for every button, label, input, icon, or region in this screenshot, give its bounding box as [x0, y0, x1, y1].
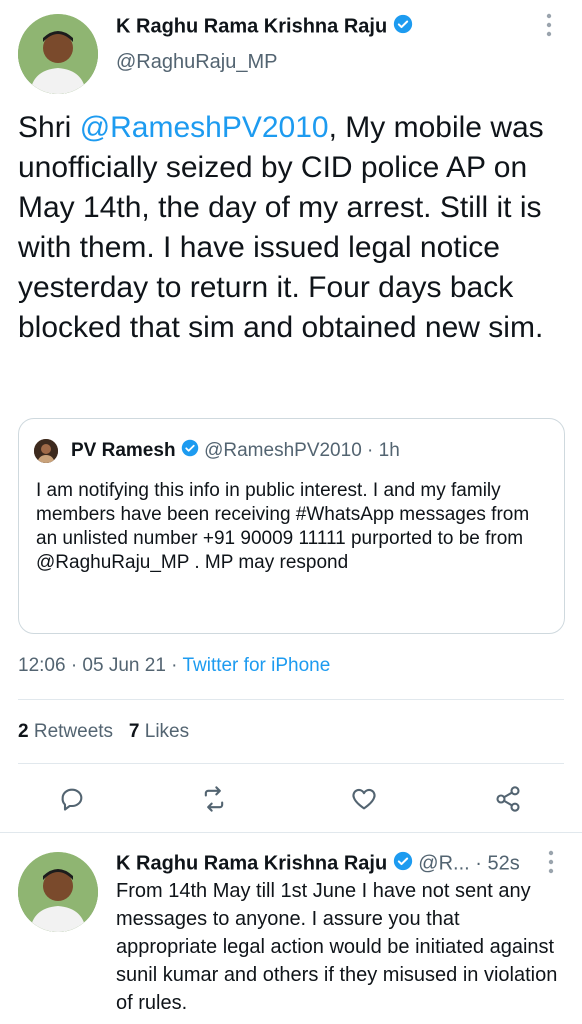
verified-badge-icon [393, 14, 413, 40]
author-avatar[interactable] [18, 14, 98, 94]
more-options-icon[interactable] [546, 849, 556, 879]
retweet-icon[interactable] [200, 785, 228, 813]
retweets-count: 2 [18, 721, 29, 742]
reply-author-avatar[interactable] [18, 852, 98, 932]
quoted-tweet-card[interactable]: PV Ramesh @RameshPV2010 · 1h I am notify… [18, 418, 565, 634]
more-options-icon[interactable] [544, 12, 554, 42]
retweets-label: Retweets [33, 721, 114, 742]
tweet-text: Shri @RameshPV2010, My mobile was unoffi… [18, 108, 568, 348]
likes-count: 7 [128, 721, 140, 742]
tweet-text-body: , My mobile was unofficially seized by C… [18, 111, 544, 344]
verified-badge-icon [393, 851, 413, 877]
author-name-text[interactable]: K Raghu Rama Krishna Raju [116, 15, 387, 37]
like-icon[interactable] [350, 785, 378, 813]
tweet-meta: 12:06 · 05 Jun 21 · Twitter for iPhone [18, 655, 330, 677]
divider [18, 763, 564, 764]
quoted-header: PV Ramesh @RameshPV2010 · 1h [71, 439, 400, 463]
author-handle[interactable]: @RaghuRaju_MP [116, 51, 278, 74]
quoted-time: · 1h [367, 440, 400, 462]
likes-stat[interactable]: 7 Likes [129, 721, 189, 742]
reply-author-handle[interactable]: @R... [418, 852, 469, 874]
reply-author-name[interactable]: K Raghu Rama Krishna Raju [116, 852, 387, 874]
tweet-text-prefix: Shri [18, 111, 80, 144]
quoted-tweet-text: I am notifying this info in public inter… [36, 480, 530, 573]
tweet-timestamp: 12:06 · 05 Jun 21 · [18, 655, 183, 676]
reply-header: K Raghu Rama Krishna Raju @R... · 52s [116, 851, 520, 877]
retweets-stat[interactable]: 2 Retweets [18, 721, 113, 742]
share-icon[interactable] [494, 785, 522, 813]
verified-badge-icon [181, 439, 199, 463]
reply-icon[interactable] [58, 785, 86, 813]
likes-label: Likes [144, 721, 190, 742]
mention-link[interactable]: @RameshPV2010 [80, 111, 329, 144]
divider [18, 699, 564, 700]
quoted-author-name: PV Ramesh [71, 440, 176, 462]
quoted-author-handle: @RameshPV2010 [204, 440, 362, 462]
author-name[interactable]: K Raghu Rama Krishna Raju [116, 14, 413, 40]
tweet-stats: 2 Retweets 7 Likes [18, 721, 189, 743]
reply-time: · 52s [475, 852, 520, 875]
divider [0, 832, 582, 833]
reply-tweet-text: From 14th May till 1st June I have not s… [116, 880, 558, 1014]
quoted-author-avatar [34, 439, 58, 463]
tweet-source-link[interactable]: Twitter for iPhone [182, 655, 330, 676]
